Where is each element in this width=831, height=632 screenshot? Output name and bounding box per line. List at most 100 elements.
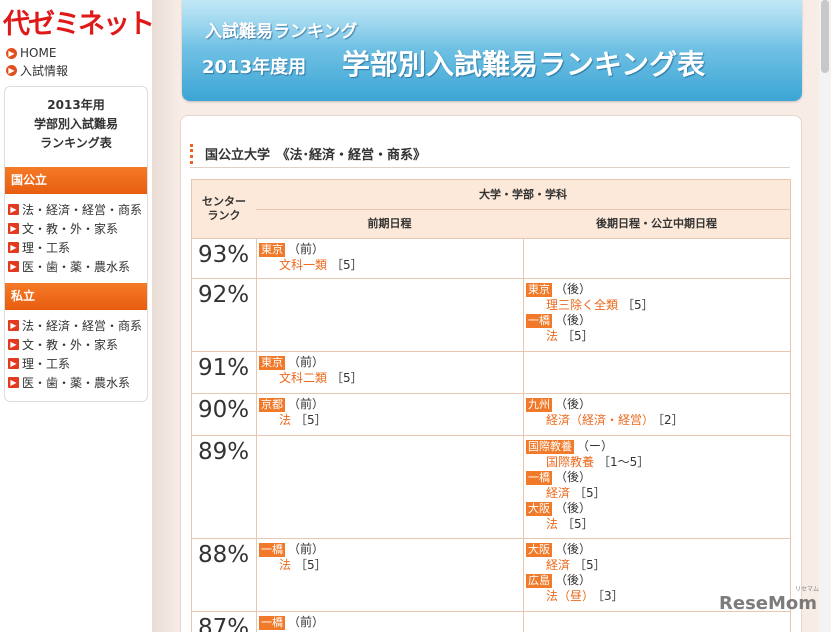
table-row: 93% 東京 （前） 文科一類 ［5］ [191, 239, 791, 279]
sidebar: 代ゼミネット ▶ HOME ▶ 入試情報 2013年用 学部別入試難易 ランキン… [0, 0, 155, 632]
university-entry: 大阪 （後） 経済 ［5］ [526, 542, 791, 573]
faculty-link[interactable]: 経済 [546, 486, 570, 500]
university-tag[interactable]: 東京 [259, 355, 285, 370]
arrow-right-icon: ▶ [8, 339, 19, 350]
university-tag[interactable]: 東京 [259, 242, 285, 257]
nav-item-private-letters[interactable]: ▶ 文・教・外・家系 [8, 335, 147, 354]
scrollbar-thumb[interactable] [821, 0, 829, 73]
university-tag[interactable]: 一橋 [526, 470, 552, 485]
university-entry: 一橋 （前）法 ［5］ [259, 542, 523, 573]
section-heading: 国公立大学 《法･経済・経営・商系》 [190, 142, 790, 168]
exam-type: （前） [288, 397, 325, 411]
university-line: 一橋 （前） [259, 542, 523, 558]
rank-cell: 89% [192, 436, 257, 538]
university-tag[interactable]: 国際教養 [526, 439, 574, 454]
rank-cell: 93% [192, 239, 257, 278]
faculty-link[interactable]: 経済 [546, 558, 570, 572]
faculty-link[interactable]: 経済（経済・経営） [546, 413, 654, 427]
exam-type: （後） [555, 573, 592, 587]
exam-type: （ー） [577, 439, 614, 453]
subject-count: ［5］ [295, 412, 327, 427]
faculty-line: 法 ［5］ [259, 558, 523, 574]
faculty-link[interactable]: 法 [546, 517, 558, 531]
rank-cell: 88% [192, 539, 257, 611]
university-tag[interactable]: 東京 [526, 282, 552, 297]
faculty-link[interactable]: 文科二類 [279, 371, 327, 385]
nav-item-national-medical[interactable]: ▶ 医・歯・薬・農水系 [8, 257, 147, 276]
nav-list-national: ▶ 法・経済・経営・商系 ▶ 文・教・外・家系 ▶ 理・工系 ▶ 医・歯・薬・農水系 [8, 200, 147, 276]
subject-count: ［5］ [562, 328, 594, 343]
university-tag[interactable]: 京都 [259, 397, 285, 412]
faculty-link[interactable]: 法（昼） [546, 589, 594, 603]
university-tag[interactable]: 九州 [526, 397, 552, 412]
university-entry: 一橋 （後） 経済 ［5］ [526, 470, 791, 501]
faculty-line: 国際教養 ［1～5］ [526, 455, 791, 471]
subject-count: ［5］ [562, 516, 594, 531]
nav-item-national-law-econ[interactable]: ▶ 法・経済・経営・商系 [8, 200, 147, 219]
banner-year: 2013年度用 [202, 57, 307, 78]
first-term-cell [258, 279, 524, 351]
university-tag[interactable]: 一橋 [526, 313, 552, 328]
faculty-line: 法 ［5］ [526, 517, 791, 533]
subject-count: ［5］ [331, 257, 363, 272]
rank-cell: 91% [192, 352, 257, 393]
nav-item-private-science[interactable]: ▶ 理・工系 [8, 354, 147, 373]
university-line: 一橋 （前） [259, 615, 523, 631]
nav-item-private-medical[interactable]: ▶ 医・歯・薬・農水系 [8, 373, 147, 392]
exam-type: （後） [555, 282, 592, 296]
exam-type: （前） [288, 355, 325, 369]
banner-subtitle: 入試難易ランキング [205, 22, 358, 42]
header-university-faculty: 大学・学部・学科 [256, 179, 791, 210]
university-tag[interactable]: 広島 [526, 573, 552, 588]
nav-item-national-science[interactable]: ▶ 理・工系 [8, 238, 147, 257]
university-line: 大阪 （後） [526, 501, 791, 517]
exam-info-link[interactable]: ▶ 入試情報 [6, 62, 68, 79]
faculty-link[interactable]: 国際教養 [546, 455, 594, 469]
university-entry: 京都 （前）法 ［5］ [259, 397, 523, 428]
table-row: 88% 一橋 （前）法 ［5］ 大阪 （後） 経済 ［5］ 広島 （後） 法（昼） ［3］ [191, 539, 791, 612]
rank-cell: 92% [192, 279, 257, 351]
scrollbar-track[interactable] [819, 0, 831, 632]
resemom-watermark-ruby: リセマム [795, 586, 820, 593]
subject-count: ［2］ [658, 412, 684, 427]
university-entry: 一橋 （前） [259, 615, 523, 631]
faculty-link[interactable]: 法 [546, 329, 558, 343]
university-entry: 東京 （前） 文科一類 ［5］ [259, 242, 523, 273]
exam-type: （後） [555, 470, 592, 484]
university-entry: 東京 （後） 理三除く全類 ［5］ [526, 282, 791, 313]
arrow-right-icon: ▶ [8, 223, 19, 234]
university-tag[interactable]: 大阪 [526, 501, 552, 516]
category-private: 私立 [5, 283, 147, 310]
university-tag[interactable]: 大阪 [526, 542, 552, 557]
subject-count: ［5］ [574, 557, 606, 572]
section-title: 国公立大学 《法･経済・経営・商系》 [205, 148, 427, 163]
table-row: 92% 東京 （後） 理三除く全類 ［5］ 一橋 （後） 法 ［5］ [191, 279, 791, 352]
faculty-link[interactable]: 理三除く全類 [546, 298, 618, 312]
faculty-line: 法 ［5］ [526, 329, 791, 345]
faculty-link[interactable]: 法 [279, 413, 291, 427]
university-tag[interactable]: 一橋 [259, 615, 285, 630]
university-line: 京都 （前） [259, 397, 523, 413]
second-term-cell: 国際教養 （ー） 国際教養 ［1～5］ 一橋 （後） 経済 ［5］ 大阪 （後）法 ［5］ [525, 436, 791, 538]
exam-type: （後） [555, 542, 592, 556]
faculty-link[interactable]: 文科一類 [279, 258, 327, 272]
table-row: 87% 一橋 （前） [191, 612, 791, 632]
arrow-right-icon: ▶ [8, 242, 19, 253]
site-logo[interactable]: 代ゼミネット [3, 2, 155, 40]
first-term-cell: 東京 （前） 文科二類 ［5］ [258, 352, 524, 393]
university-entry: 九州 （後） 経済（経済・経営） ［2］ [526, 397, 791, 428]
exam-type: （後） [555, 501, 592, 515]
circle-arrow-icon: ▶ [6, 47, 17, 59]
resemom-watermark: ReseMom [719, 593, 818, 614]
first-term-cell: 東京 （前） 文科一類 ［5］ [258, 239, 524, 278]
exam-type: （前） [288, 242, 325, 256]
home-link[interactable]: ▶ HOME [6, 46, 56, 60]
faculty-link[interactable]: 法 [279, 558, 291, 572]
first-term-cell: 京都 （前）法 ［5］ [258, 394, 524, 435]
second-term-cell [525, 352, 791, 393]
nav-item-national-letters[interactable]: ▶ 文・教・外・家系 [8, 219, 147, 238]
nav-item-private-law-econ[interactable]: ▶ 法・経済・経営・商系 [8, 316, 147, 335]
university-line: 東京 （後） [526, 282, 791, 298]
university-tag[interactable]: 一橋 [259, 542, 285, 557]
second-term-cell: 九州 （後） 経済（経済・経営） ［2］ [525, 394, 791, 435]
